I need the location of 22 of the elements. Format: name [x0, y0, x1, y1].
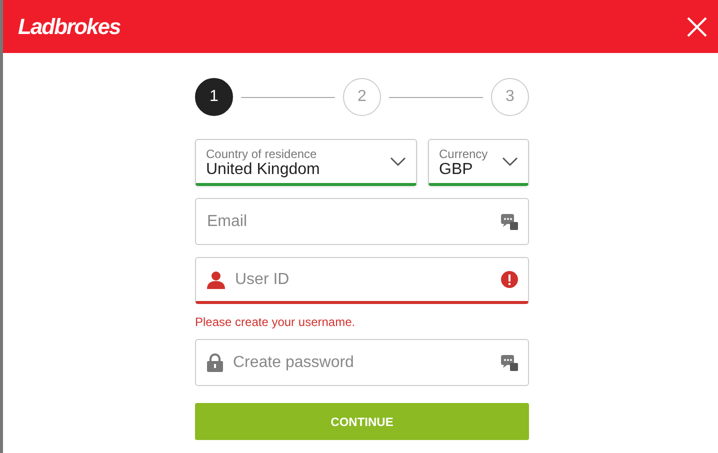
autofill-icon[interactable] [501, 213, 518, 230]
step-circle: 3 [491, 78, 529, 116]
user-icon [207, 270, 225, 288]
placeholder-text: Email [207, 212, 248, 230]
logo: Ladbrokes [18, 14, 120, 40]
dropdown-field[interactable]: Currency GBP [428, 139, 529, 186]
chevron-down-icon [502, 156, 518, 166]
lock-icon [207, 353, 223, 372]
autofill-icon[interactable] [501, 354, 518, 371]
input-field[interactable]: User ID [195, 257, 529, 304]
input-field[interactable]: Create password [195, 339, 529, 386]
error-icon [501, 271, 518, 288]
dropdown-field[interactable]: Country of residence United Kingdom [195, 139, 417, 186]
close-icon[interactable] [686, 16, 708, 38]
chevron-down-icon [390, 156, 406, 166]
placeholder-text: Create password [233, 354, 355, 372]
continue-button[interactable]: CONTINUE [195, 403, 529, 440]
step-circle: 1 [195, 78, 233, 116]
step-circle: 2 [343, 78, 381, 116]
error-message: Please create your username. [195, 315, 356, 329]
placeholder-text: User ID [235, 270, 290, 288]
input-field[interactable]: Email [195, 198, 529, 245]
